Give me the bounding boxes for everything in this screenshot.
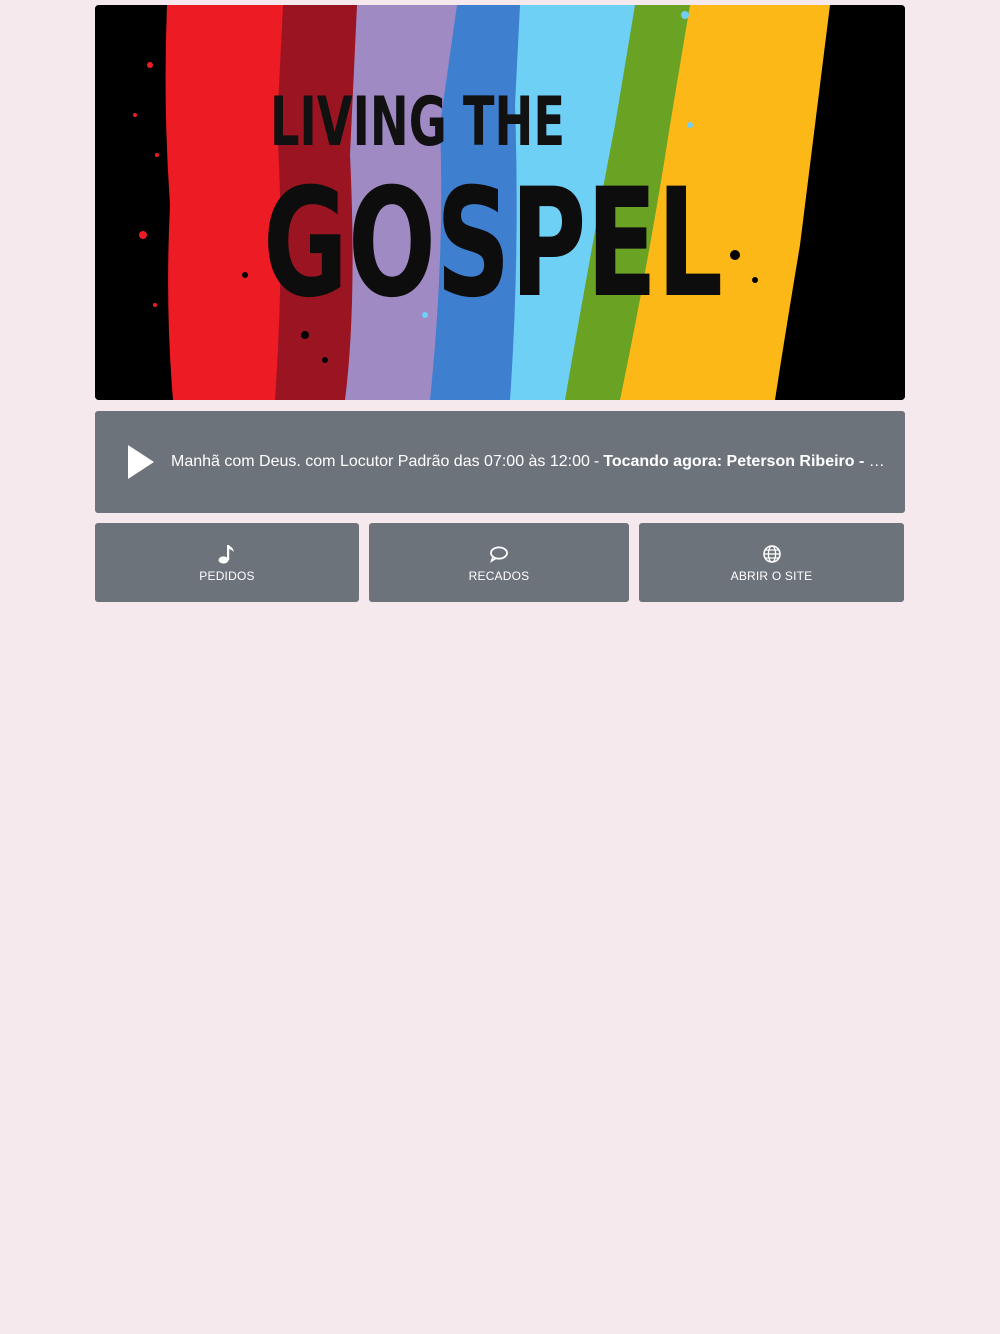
messages-button[interactable]: RECADOS	[369, 523, 629, 602]
requests-label: PEDIDOS	[199, 568, 255, 583]
audio-player-bar: Manhã com Deus. com Locutor Padrão das 0…	[95, 411, 905, 513]
banner-logo: LIVING THE GOSPEL	[95, 5, 905, 400]
speech-bubble-icon	[489, 543, 509, 565]
open-site-button[interactable]: ABRIR O SITE	[639, 523, 904, 602]
play-button[interactable]	[119, 440, 163, 484]
music-note-icon	[218, 543, 236, 565]
globe-icon	[762, 543, 782, 565]
action-buttons: PEDIDOS RECADOS ABRIR O SITE	[95, 523, 905, 602]
banner-title-top: LIVING THE	[270, 83, 565, 162]
program-info: Manhã com Deus. com Locutor Padrão das 0…	[171, 453, 590, 470]
now-playing-marquee: Manhã com Deus. com Locutor Padrão das 0…	[171, 452, 895, 472]
requests-button[interactable]: PEDIDOS	[95, 523, 359, 602]
open-site-label: ABRIR O SITE	[730, 568, 813, 583]
banner-title-bottom: GOSPEL	[263, 157, 723, 331]
messages-label: RECADOS	[468, 568, 530, 583]
radio-player-app: LIVING THE GOSPEL Manhã com Deus. com Lo…	[95, 5, 905, 602]
banner-artwork: LIVING THE GOSPEL	[95, 5, 905, 400]
play-icon	[128, 445, 154, 479]
separator: -	[593, 453, 600, 470]
now-playing-track: Tocando agora: Peterson Ribeiro - Não Re…	[603, 453, 895, 470]
